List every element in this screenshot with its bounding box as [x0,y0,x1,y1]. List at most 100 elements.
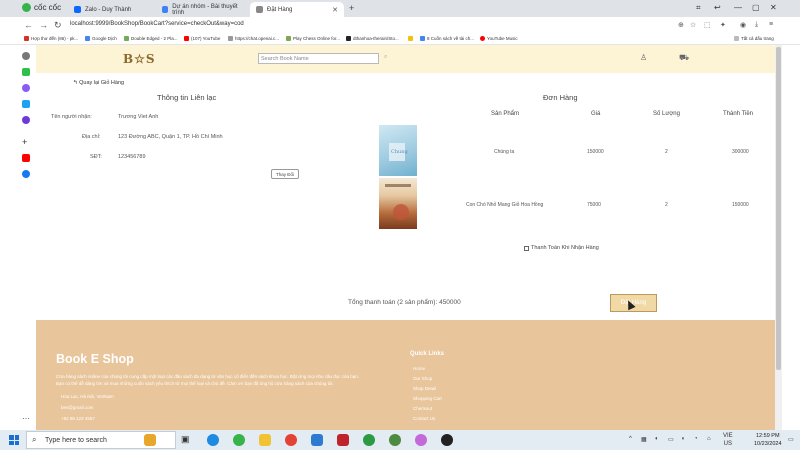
facebook-icon[interactable] [22,170,30,178]
radio-icon[interactable] [524,245,529,251]
wifi-icon[interactable]: ◔ [694,436,698,442]
maximize-icon[interactable]: ▢ [752,3,760,12]
forward-arrow-icon[interactable]: → [39,20,48,30]
youtube-music-icon [480,36,485,41]
bookmark-item[interactable]: YouTube Music [480,36,518,41]
address-label: Địa chỉ: [82,134,101,140]
user-icon[interactable]: ♙ [640,53,647,62]
extension-icon[interactable]: ⬚ [704,21,711,29]
col-price: Giá [591,111,601,117]
reader-icon[interactable] [22,100,30,108]
edge-icon[interactable] [207,434,219,446]
search-icon: ⌕ [32,435,37,444]
footer-link-checkout[interactable]: Checkout [413,406,432,411]
media-player-icon[interactable] [441,434,453,446]
back-arrow-icon[interactable]: ← [24,20,33,30]
url-field[interactable]: localhost:9999/BookShop/BookCart?service… [70,21,244,27]
windows-start-icon[interactable] [9,435,19,445]
tab-search-icon[interactable]: ⌗ [696,3,701,13]
bookmark-item[interactable]: (107) YouTube [184,36,220,41]
app-icon[interactable] [389,434,401,446]
contact-heading: Thông tin Liên lạc [157,93,217,102]
all-bookmarks[interactable]: Tất cả dấu trang [734,36,774,41]
address-bar: ← → ↻ localhost:9999/BookShop/BookCart?s… [0,17,800,34]
address-value: 123 Đường ABC, Quận 1, TP. Hồ Chí Minh [118,134,223,140]
scrollbar-thumb[interactable] [776,47,781,370]
more-icon[interactable]: ··· [22,415,30,424]
file-explorer-icon[interactable] [259,434,271,446]
volume-icon[interactable]: ◖ [681,436,685,442]
youtube-icon[interactable] [22,154,30,162]
bookmark-item[interactable]: Double Edged - 2 Pla... [124,36,178,41]
coccoc-icon[interactable] [233,434,245,446]
tray-app-icon[interactable]: ◐ [655,436,659,442]
footer-link-shop-detail[interactable]: Shop Detail [413,386,436,391]
search-input[interactable]: Search Book Name [258,53,379,64]
change-info-button[interactable]: Thay Đổi [271,169,299,179]
search-icon[interactable]: ⌕ [384,54,387,61]
profile-icon[interactable]: ◉ [740,21,746,29]
new-tab-button[interactable]: + [349,3,354,13]
page-scrollbar[interactable] [775,45,782,430]
star-icon[interactable]: ☆ [690,21,696,29]
messenger-icon[interactable] [22,84,30,92]
footer-link-contact-us[interactable]: Contact Us [413,416,435,421]
chat-icon[interactable] [22,68,30,76]
bookmark-item[interactable] [408,36,413,41]
back-icon[interactable]: ↩ [714,3,721,12]
col-product: Sản Phẩm [491,111,520,117]
copilot-icon[interactable] [144,434,156,446]
globe-icon [228,36,233,41]
bookmark-item[interactable]: https://chat.openai.c... [228,36,279,41]
footer-link-our-shop[interactable]: Our Shop [413,376,432,381]
bookmark-item[interactable]: Google Dịch [85,36,117,41]
footer-link-home[interactable]: Home [413,366,425,371]
item-name: Con Chó Nhỏ Mang Giỏ Hoa Hồng [466,202,544,208]
download-icon[interactable]: ⤓ [755,21,758,29]
bookmark-item[interactable]: dthanhoa-therain/Sto... [346,36,399,41]
puzzle-icon[interactable]: ✦ [720,21,726,29]
book-cover-chung-ta[interactable]: Chung [379,125,417,176]
payment-cod-option[interactable]: Thanh Toán Khi Nhận Hàng [524,245,599,251]
tab-zalo[interactable]: Zalo - Duy Thành [68,2,156,17]
tray-chevron-icon[interactable]: ^ [629,436,632,442]
vscode-icon[interactable] [311,434,323,446]
battery-icon[interactable]: ▭ [668,436,674,443]
tray-app-icon[interactable]: ▦ [641,436,647,443]
history-icon[interactable] [22,52,30,60]
recipient-value: Trương Viet Anh [118,114,159,120]
close-tab-icon[interactable]: ✕ [332,6,338,14]
footer-address: Hòa Lạc, Hà Nội, VietNam [61,394,114,399]
menu-icon[interactable]: ≡ [769,21,773,28]
language-indicator[interactable]: VIE US [723,432,733,448]
site-logo[interactable]: B☆S [123,52,156,66]
app-icon[interactable] [415,434,427,446]
notification-icon[interactable]: ▭ [788,436,794,443]
chrome-icon[interactable] [285,434,297,446]
close-window-icon[interactable]: ✕ [770,3,777,12]
zalo-icon [74,6,81,13]
minimize-icon[interactable]: — [734,3,742,12]
tab-du-an-nhom[interactable]: Dự án nhóm - Bài thuyết trình [156,2,248,17]
ai-icon[interactable] [22,116,30,124]
cart-icon[interactable]: ⛟ [679,53,689,63]
book-cover-art: Chung [389,143,408,161]
bookmark-item[interactable]: 8 Cuốn sách về tài ch... [420,36,474,41]
zoom-icon[interactable]: ⊕ [678,21,684,29]
book-cover-con-cho-nho[interactable] [379,178,417,229]
clock[interactable]: 12:59 PM 10/23/2024 [754,432,782,448]
bookmark-item[interactable]: Play Chess Online for... [286,36,340,41]
reload-icon[interactable]: ↻ [54,20,62,31]
network-icon[interactable]: ⌂ [707,436,711,442]
site-header: B☆S Search Book Name ⌕ ♙ ⛟ [36,45,775,73]
footer-link-shopping-cart[interactable]: Shopping Cart [413,396,442,401]
xbox-icon[interactable] [363,434,375,446]
item-price: 75000 [587,202,601,208]
bookmark-item[interactable]: Hợp thư đến (86) - pk... [24,36,78,41]
task-view-icon[interactable]: ▣ [181,434,193,446]
tab-dat-hang[interactable]: Đặt Hàng ✕ [250,2,344,17]
add-icon[interactable]: + [22,138,30,147]
app-icon[interactable] [337,434,349,446]
back-to-cart-link[interactable]: ↰ Quay lại Giỏ Hàng [73,80,124,86]
footer-email[interactable]: bes@gmail.com [61,405,93,410]
